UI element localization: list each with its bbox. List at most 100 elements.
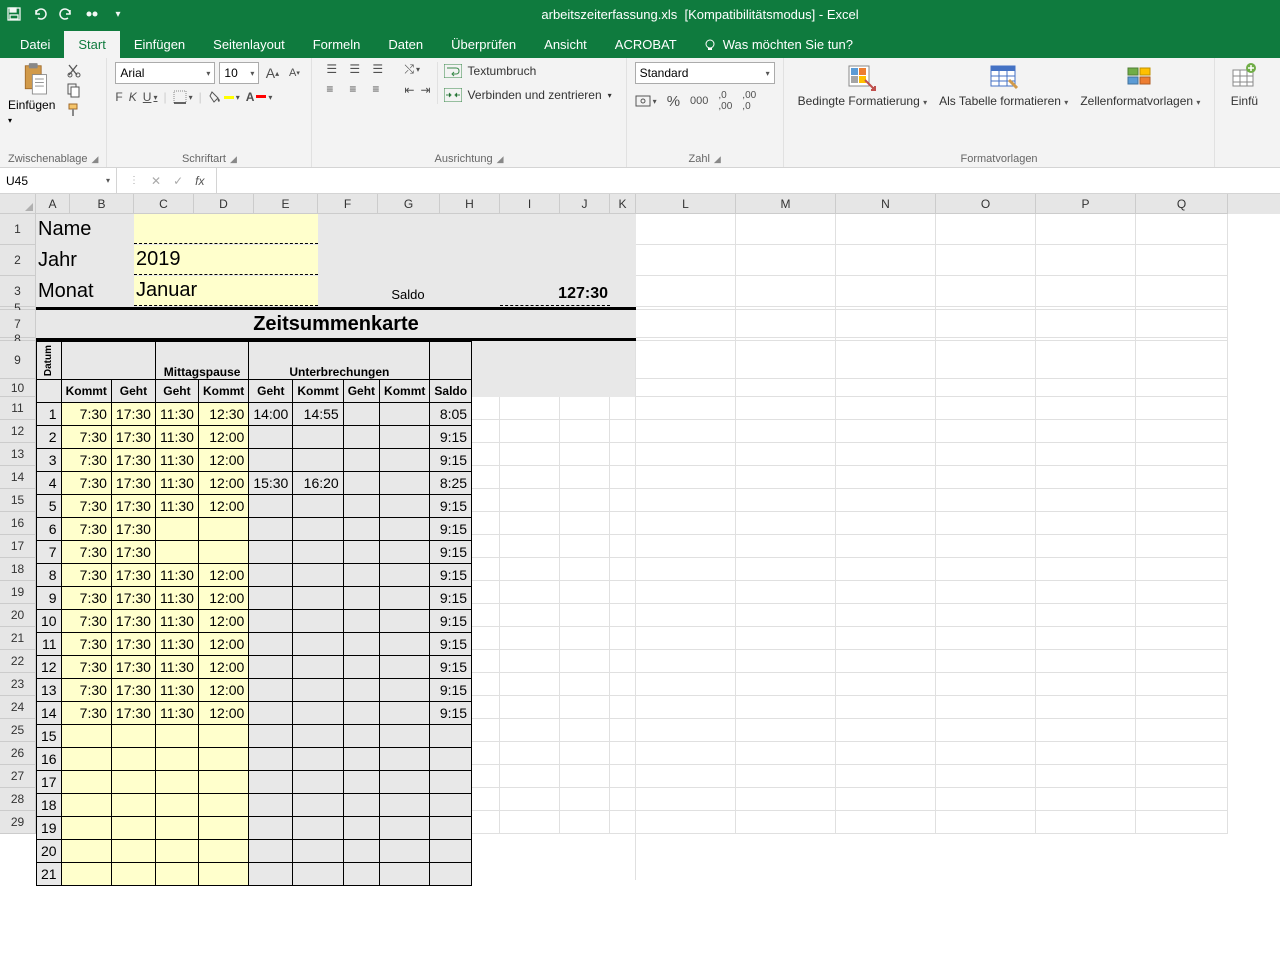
- row-header[interactable]: 21: [0, 627, 36, 650]
- row-header[interactable]: 15: [0, 489, 36, 512]
- undo-icon[interactable]: [32, 6, 48, 22]
- table-row[interactable]: 20: [37, 840, 472, 863]
- fx-dropdown-icon[interactable]: ⋮: [129, 175, 139, 186]
- row-header[interactable]: 1: [0, 214, 36, 245]
- col-header[interactable]: B: [70, 194, 134, 214]
- col-header[interactable]: C: [134, 194, 194, 214]
- col-header[interactable]: Q: [1136, 194, 1228, 214]
- decrease-indent-icon[interactable]: ⇤: [404, 83, 414, 97]
- cancel-icon[interactable]: ✕: [151, 174, 161, 188]
- row-header[interactable]: 16: [0, 512, 36, 535]
- fill-color-button[interactable]: ▾: [208, 90, 240, 104]
- align-right-icon[interactable]: ≡: [372, 82, 392, 96]
- tab-acrobat[interactable]: ACROBAT: [601, 31, 691, 58]
- table-row[interactable]: 2 7:30 17:30 11:30 12:00 9:15: [37, 426, 472, 449]
- col-header[interactable]: A: [36, 194, 70, 214]
- col-header[interactable]: E: [254, 194, 318, 214]
- table-row[interactable]: 6 7:30 17:30 9:15: [37, 518, 472, 541]
- table-row[interactable]: 7 7:30 17:30 9:15: [37, 541, 472, 564]
- orientation-icon[interactable]: ⤭ ▾: [404, 62, 430, 77]
- col-header[interactable]: D: [194, 194, 254, 214]
- tab-einfügen[interactable]: Einfügen: [120, 31, 199, 58]
- formula-input[interactable]: [217, 168, 1280, 193]
- row-header[interactable]: 27: [0, 765, 36, 788]
- name-box[interactable]: U45▾: [0, 168, 117, 193]
- align-center-icon[interactable]: ≡: [349, 82, 369, 96]
- fx-icon[interactable]: fx: [195, 174, 204, 188]
- tab-daten[interactable]: Daten: [374, 31, 437, 58]
- enter-icon[interactable]: ✓: [173, 174, 183, 188]
- table-row[interactable]: 19: [37, 817, 472, 840]
- row-header[interactable]: 12: [0, 420, 36, 443]
- table-row[interactable]: 13 7:30 17:30 11:30 12:00 9:15: [37, 679, 472, 702]
- row-header[interactable]: 19: [0, 581, 36, 604]
- format-painter-icon[interactable]: [66, 102, 82, 118]
- col-header[interactable]: M: [736, 194, 836, 214]
- table-row[interactable]: 5 7:30 17:30 11:30 12:00 9:15: [37, 495, 472, 518]
- tab-formeln[interactable]: Formeln: [299, 31, 375, 58]
- cell-styles-button[interactable]: Zellenformatvorlagen ▾: [1074, 62, 1206, 108]
- increase-decimal-icon[interactable]: ,0,00: [718, 90, 732, 112]
- tab-seitenlayout[interactable]: Seitenlayout: [199, 31, 299, 58]
- number-dialog-icon[interactable]: ◢: [714, 154, 721, 165]
- increase-indent-icon[interactable]: ⇥: [420, 83, 430, 97]
- table-row[interactable]: 21: [37, 863, 472, 886]
- italic-button[interactable]: K: [129, 90, 137, 104]
- row-header[interactable]: 22: [0, 650, 36, 673]
- table-row[interactable]: 16: [37, 748, 472, 771]
- tab-start[interactable]: Start: [64, 31, 119, 58]
- conditional-format-button[interactable]: Bedingte Formatierung ▾: [792, 62, 933, 108]
- year-input[interactable]: 2019: [134, 245, 318, 275]
- underline-button[interactable]: U ▾: [143, 90, 158, 104]
- currency-icon[interactable]: ▾: [635, 94, 657, 108]
- increase-font-icon[interactable]: A▴: [263, 64, 281, 82]
- table-row[interactable]: 8 7:30 17:30 11:30 12:00 9:15: [37, 564, 472, 587]
- table-row[interactable]: 17: [37, 771, 472, 794]
- table-row[interactable]: 10 7:30 17:30 11:30 12:00 9:15: [37, 610, 472, 633]
- paste-button[interactable]: Einfügen ▾: [8, 98, 62, 126]
- font-dialog-icon[interactable]: ◢: [230, 154, 237, 165]
- row-header[interactable]: 17: [0, 535, 36, 558]
- save-icon[interactable]: [6, 6, 22, 22]
- row-header[interactable]: 28: [0, 788, 36, 811]
- table-row[interactable]: 1 7:30 17:30 11:30 12:30 14:00 14:55 8:0…: [37, 403, 472, 426]
- redo-icon[interactable]: [58, 6, 74, 22]
- clipboard-dialog-icon[interactable]: ◢: [92, 154, 99, 165]
- col-header[interactable]: O: [936, 194, 1036, 214]
- col-header[interactable]: K: [610, 194, 636, 214]
- borders-button[interactable]: ▾: [173, 90, 193, 104]
- row-header[interactable]: 26: [0, 742, 36, 765]
- select-all-corner[interactable]: [0, 194, 36, 214]
- comma-icon[interactable]: 000: [690, 95, 708, 107]
- table-row[interactable]: 18: [37, 794, 472, 817]
- tell-me[interactable]: Was möchten Sie tun?: [691, 31, 865, 58]
- row-header[interactable]: 23: [0, 673, 36, 696]
- align-left-icon[interactable]: ≡: [326, 82, 346, 96]
- table-row[interactable]: 11 7:30 17:30 11:30 12:00 9:15: [37, 633, 472, 656]
- number-format-combo[interactable]: Standard▾: [635, 62, 775, 84]
- row-header[interactable]: 14: [0, 466, 36, 489]
- row-header[interactable]: 20: [0, 604, 36, 627]
- font-name-combo[interactable]: Arial▾: [115, 62, 215, 84]
- col-header[interactable]: J: [560, 194, 610, 214]
- wrap-text-button[interactable]: Textumbruch: [444, 62, 612, 80]
- table-row[interactable]: 15: [37, 725, 472, 748]
- month-input[interactable]: Januar: [134, 276, 318, 306]
- percent-icon[interactable]: %: [667, 93, 680, 110]
- timesheet-table[interactable]: Datum Mittagspause Unterbrechungen Kommt…: [36, 341, 472, 886]
- table-row[interactable]: 12 7:30 17:30 11:30 12:00 9:15: [37, 656, 472, 679]
- insert-cells-button[interactable]: Einfü: [1223, 62, 1265, 108]
- table-row[interactable]: 9 7:30 17:30 11:30 12:00 9:15: [37, 587, 472, 610]
- spreadsheet[interactable]: ABCDEFGHIJKLMNOPQ 1235789101112131415161…: [0, 194, 1280, 834]
- font-color-button[interactable]: A▾: [246, 90, 273, 104]
- bold-button[interactable]: F: [115, 90, 122, 104]
- row-header[interactable]: 11: [0, 397, 36, 420]
- col-header[interactable]: H: [440, 194, 500, 214]
- qat-more-icon[interactable]: ▾: [110, 6, 126, 22]
- decrease-font-icon[interactable]: A▾: [285, 64, 303, 82]
- col-header[interactable]: F: [318, 194, 378, 214]
- align-middle-icon[interactable]: ☰: [349, 62, 369, 76]
- tab-datei[interactable]: Datei: [6, 31, 64, 58]
- row-header[interactable]: 10: [0, 379, 36, 397]
- format-table-button[interactable]: Als Tabelle formatieren ▾: [933, 62, 1074, 108]
